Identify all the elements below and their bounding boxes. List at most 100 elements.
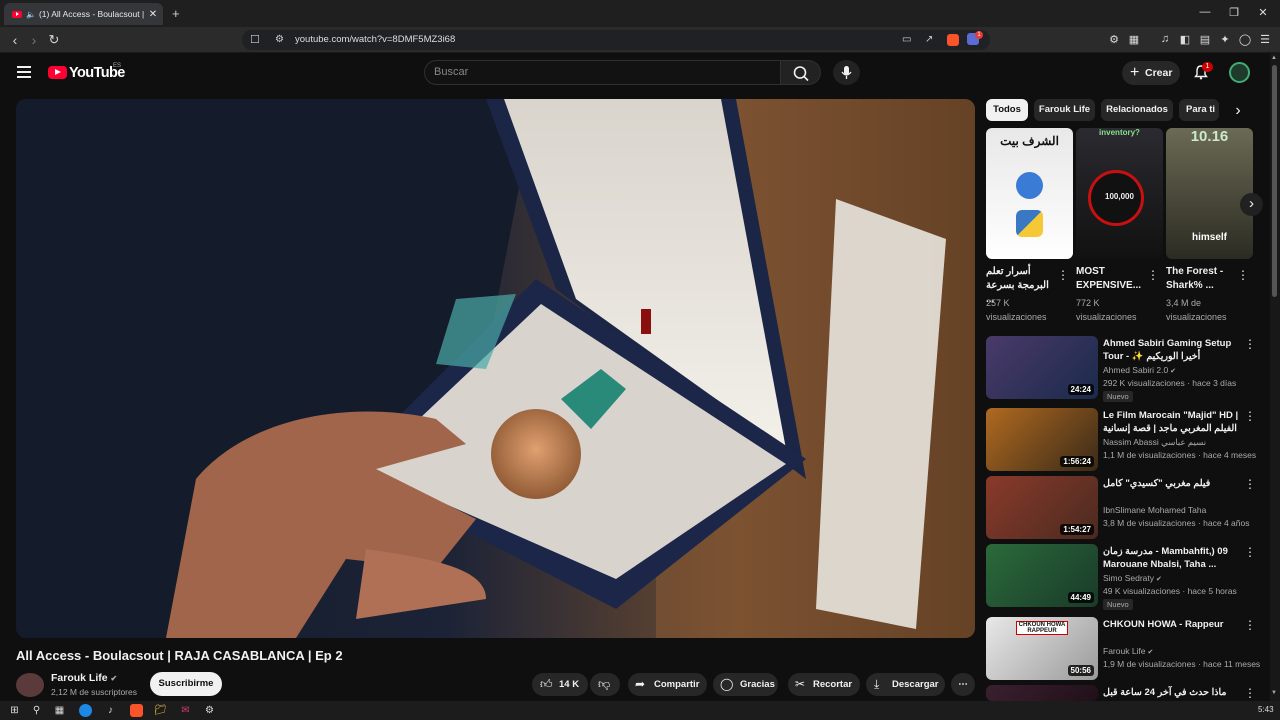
thanks-button[interactable]: ◯ Gracias	[713, 673, 778, 696]
video-more-icon[interactable]: ⋮	[1244, 618, 1256, 632]
shelf-title[interactable]: MOST EXPENSIVE...	[1076, 265, 1146, 293]
video-channel[interactable]: Ahmed Sabiri 2.0 ✔	[1103, 365, 1176, 375]
scroll-down-icon[interactable]: ▼	[1271, 690, 1277, 696]
music-icon[interactable]: ♫	[1157, 33, 1173, 45]
subscribe-button[interactable]: Suscribirme	[150, 672, 222, 696]
video-channel-name[interactable]: Farouk Life	[1103, 646, 1146, 656]
create-button[interactable]: + Crear	[1122, 61, 1180, 85]
video-channel[interactable]: Nassim Abassi نسيم عباسي	[1103, 437, 1206, 448]
channel-name[interactable]: Farouk Life ✔	[51, 672, 117, 684]
bookmark-icon[interactable]: ☐	[250, 30, 260, 50]
search-input[interactable]: Buscar	[424, 60, 781, 85]
shelf-thumbnail[interactable]: inventory? 100,000	[1076, 128, 1163, 259]
shelf-next-arrow-icon[interactable]: ›	[1240, 193, 1263, 216]
shelf-views-count: 257 K	[986, 298, 1010, 308]
download-button[interactable]: ⤓ Descargar	[866, 673, 945, 696]
video-more-icon[interactable]: ⋮	[1244, 545, 1256, 559]
shelf-title[interactable]: The Forest - Shark% ...	[1166, 265, 1236, 293]
shelf-views-count: 772 K	[1076, 298, 1100, 308]
channel-name-text[interactable]: Farouk Life	[51, 672, 108, 684]
speaker-icon[interactable]: 🔈	[26, 10, 36, 19]
shelf-more-icon[interactable]: ⋮	[1237, 268, 1249, 282]
video-title-link[interactable]: CHKOUN HOWA - Rappeur	[1103, 618, 1239, 631]
screenshot-icon[interactable]: ▦	[1126, 33, 1142, 46]
video-channel[interactable]: Simo Sedraty ✔	[1103, 573, 1162, 583]
video-channel-name[interactable]: IbnSlimane Mohamed Taha	[1103, 505, 1206, 515]
video-channel-name[interactable]: Simo Sedraty	[1103, 573, 1154, 583]
new-tab-button[interactable]: +	[172, 6, 180, 21]
shelf-more-icon[interactable]: ⋮	[1057, 268, 1069, 282]
voice-search-button[interactable]	[833, 60, 860, 85]
chip-todos[interactable]: Todos	[986, 99, 1028, 121]
sidebar-icon[interactable]: ◧	[1177, 33, 1193, 46]
share-button[interactable]: ➦ Compartir	[628, 673, 707, 696]
video-more-icon[interactable]: ⋮	[1244, 686, 1256, 700]
shelf-thumbnail[interactable]: الشرف بيت	[986, 128, 1073, 259]
url-text[interactable]: youtube.com/watch?v=8DMF5MZ3i68	[295, 30, 455, 50]
video-channel[interactable]: IbnSlimane Mohamed Taha	[1103, 505, 1206, 515]
video-channel-name[interactable]: Nassim Abassi نسيم عباسي	[1103, 437, 1206, 447]
video-player[interactable]	[16, 99, 975, 638]
taskbar-search-icon[interactable]: ⚲	[30, 704, 43, 717]
edge-icon[interactable]	[79, 704, 92, 717]
extensions-icon[interactable]: ⚙	[1106, 33, 1122, 46]
file-explorer-icon[interactable]: 📁︎	[154, 704, 167, 717]
task-view-icon[interactable]: ▦	[53, 704, 66, 717]
scrollbar-thumb[interactable]	[1272, 65, 1277, 297]
dislike-button[interactable]: 👎︎	[590, 673, 620, 696]
menu-icon[interactable]: ☰	[1257, 33, 1273, 46]
like-button[interactable]: 👍︎ 14 K	[532, 673, 588, 696]
restore-icon[interactable]: ❐	[1224, 6, 1244, 19]
video-channel[interactable]: Farouk Life ✔	[1103, 646, 1153, 656]
chip-relacionados[interactable]: Relacionados	[1101, 99, 1173, 121]
more-actions-button[interactable]: ⋯	[951, 673, 975, 696]
video-thumbnail[interactable]: 24:24	[986, 336, 1098, 399]
scroll-up-icon[interactable]: ▲	[1271, 55, 1277, 61]
shelf-thumbnail[interactable]: 10.16 himself	[1166, 128, 1253, 259]
brave-taskbar-icon[interactable]	[130, 704, 143, 717]
video-thumbnail[interactable]: 1:54:27	[986, 476, 1098, 539]
back-icon[interactable]: ‹	[6, 31, 24, 49]
chip-para-ti[interactable]: Para ti	[1179, 99, 1219, 121]
video-title-link[interactable]: فيلم مغربي "كسيدي" كامل	[1103, 477, 1239, 490]
video-thumbnail[interactable]: CHKOUN HOWA RAPPEUR 50:56	[986, 617, 1098, 680]
video-more-icon[interactable]: ⋮	[1244, 477, 1256, 491]
chip-farouk-life[interactable]: Farouk Life	[1034, 99, 1095, 121]
video-more-icon[interactable]: ⋮	[1244, 337, 1256, 351]
video-title-link[interactable]: ماذا حدث في آخر 24 ساعة قبل اعتقال	[1103, 686, 1239, 699]
reload-icon[interactable]: ↻	[45, 31, 63, 49]
hamburger-menu-icon[interactable]	[17, 66, 31, 78]
video-thumbnail[interactable]	[986, 685, 1098, 701]
video-title-link[interactable]: Ahmed Sabiri Gaming Setup Tour - ✨ أخيرا…	[1103, 337, 1239, 364]
share-icon[interactable]: ↗	[925, 30, 933, 50]
video-title-link[interactable]: مدرسة زمان - Mambahfit,) 09 Marouane Nba…	[1103, 545, 1239, 571]
video-title-link[interactable]: Le Film Marocain "Majid" HD | الفيلم الم…	[1103, 409, 1239, 436]
shelf-more-icon[interactable]: ⋮	[1147, 268, 1159, 282]
vpn-shield-icon[interactable]: ◯	[1237, 33, 1253, 46]
minimize-icon[interactable]: —	[1195, 6, 1215, 18]
browser-tab[interactable]: 🔈 (1) All Access - Boulacsout | R ✕	[4, 3, 163, 25]
video-thumbnail[interactable]: 44:49	[986, 544, 1098, 607]
video-more-icon[interactable]: ⋮	[1244, 409, 1256, 423]
cast-icon[interactable]: ▭	[902, 30, 911, 50]
search-button[interactable]	[781, 60, 821, 85]
settings-gear-icon[interactable]: ⚙	[203, 704, 216, 717]
forward-icon[interactable]: ›	[25, 31, 43, 49]
wallet-icon[interactable]: ▤	[1197, 33, 1213, 46]
channel-avatar[interactable]	[16, 673, 44, 697]
chips-next-arrow-icon[interactable]: ›	[1226, 99, 1250, 123]
close-tab-icon[interactable]: ✕	[146, 9, 160, 20]
address-bar[interactable]: ☐ ⚙ youtube.com/watch?v=8DMF5MZ3i68 ▭ ↗ …	[242, 30, 990, 50]
brave-shields-icon[interactable]	[947, 34, 959, 46]
video-thumbnail[interactable]: 1:56:24	[986, 408, 1098, 471]
close-window-icon[interactable]: ✕	[1253, 6, 1273, 19]
account-avatar[interactable]	[1229, 62, 1250, 83]
youtube-logo-icon[interactable]	[48, 66, 67, 79]
leo-ai-icon[interactable]: ✦	[1217, 33, 1233, 46]
windows-start-icon[interactable]: ⊞	[8, 704, 21, 717]
clip-button[interactable]: ✂ Recortar	[788, 673, 860, 696]
video-channel-name[interactable]: Ahmed Sabiri 2.0	[1103, 365, 1168, 375]
tiktok-icon[interactable]: ♪	[104, 704, 117, 717]
site-settings-icon[interactable]: ⚙	[275, 30, 284, 50]
mail-icon[interactable]: ✉	[179, 704, 192, 717]
